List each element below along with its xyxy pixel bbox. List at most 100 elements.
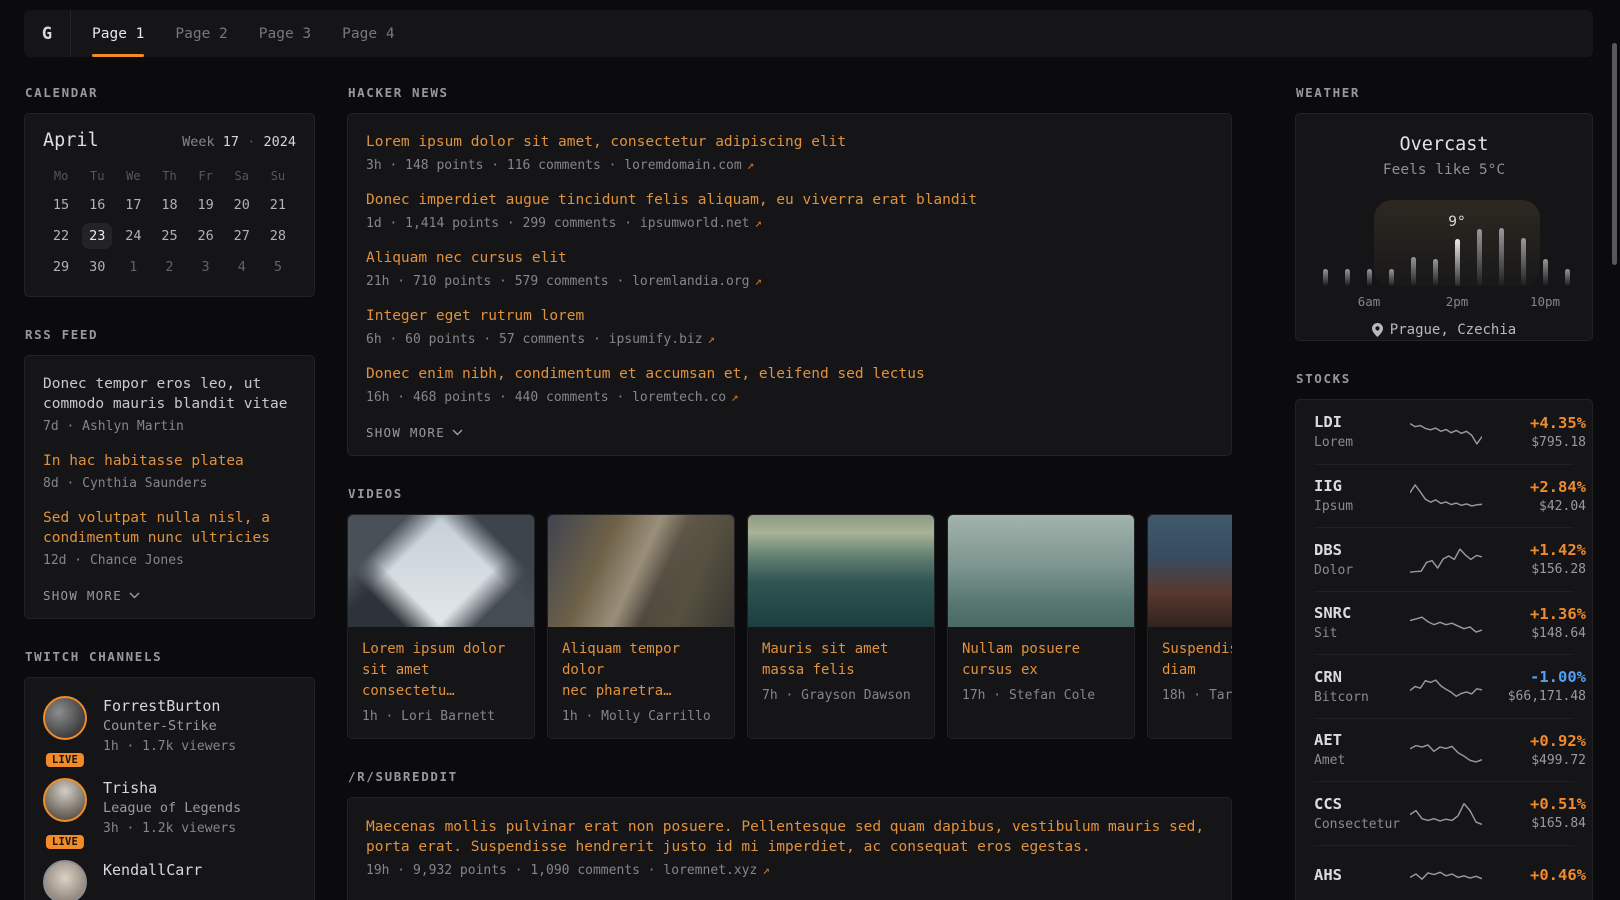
external-link-icon[interactable]: ↗ — [731, 389, 739, 404]
external-link-icon[interactable]: ↗ — [747, 157, 755, 172]
stock-symbol: LDI — [1314, 413, 1410, 432]
stock-symbol: CRN — [1314, 668, 1410, 687]
stock-row[interactable]: SNRCSit +1.36%$148.64 — [1314, 591, 1574, 655]
stock-price: $66,171.48 — [1482, 689, 1586, 704]
channel-game: League of Legends — [103, 798, 241, 819]
video-card[interactable]: Nullam posuere cursus ex 17h · Stefan Co… — [947, 514, 1135, 739]
stock-price: $148.64 — [1482, 626, 1586, 641]
rss-item-title[interactable]: Donec tempor eros leo, ut commodo mauris… — [43, 374, 296, 414]
hackernews-widget: HACKER NEWS Lorem ipsum dolor sit amet, … — [347, 85, 1232, 456]
video-title[interactable]: Mauris sit amet massa felis — [748, 627, 934, 681]
weekday-label: Fr — [188, 167, 224, 189]
stock-change: +0.51% — [1482, 795, 1586, 813]
stock-row[interactable]: AHS +0.46% — [1314, 845, 1574, 900]
stock-row[interactable]: AETAmet +0.92%$499.72 — [1314, 718, 1574, 782]
calendar-day-next-month: 2 — [151, 251, 187, 282]
external-link-icon[interactable]: ↗ — [755, 215, 763, 230]
tab-page-4[interactable]: Page 4 — [342, 10, 394, 57]
video-thumbnail — [748, 515, 934, 627]
video-title[interactable]: Suspendisse diam — [1148, 627, 1232, 681]
calendar-widget: CALENDAR April Week 17 · 2024 Mo Tu — [24, 85, 315, 297]
rss-widget: RSS FEED Donec tempor eros leo, ut commo… — [24, 327, 315, 619]
hn-item-title[interactable]: Donec enim nibh, condimentum et accumsan… — [366, 364, 1213, 384]
weather-bar-chart: 9°6am2pm10pm — [1314, 194, 1578, 286]
external-link-icon[interactable]: ↗ — [708, 331, 716, 346]
video-card[interactable]: Suspendisse diam 18h · Tara — [1147, 514, 1232, 739]
twitch-channel-row[interactable]: LIVE Trisha League of Legends 3h · 1.2k … — [43, 778, 296, 840]
hn-show-more-button[interactable]: SHOW MORE — [366, 425, 463, 440]
video-card[interactable]: Mauris sit amet massa felis 7h · Grayson… — [747, 514, 935, 739]
right-column: WEATHER Overcast Feels like 5°C 9°6am2pm… — [1295, 85, 1593, 900]
stock-sparkline — [1410, 605, 1482, 641]
stock-sparkline — [1410, 859, 1482, 895]
weather-condition: Overcast — [1314, 134, 1574, 155]
stock-name: Dolor — [1314, 563, 1410, 578]
external-link-icon[interactable]: ↗ — [755, 273, 763, 288]
twitch-channel-row[interactable]: KendallCarr — [43, 860, 296, 900]
stock-price: $165.84 — [1482, 816, 1586, 831]
calendar-day: 29 — [43, 251, 79, 282]
calendar-month: April — [43, 130, 99, 151]
channel-game: Counter-Strike — [103, 716, 236, 737]
page-scrollbar[interactable] — [1612, 43, 1617, 265]
left-column: CALENDAR April Week 17 · 2024 Mo Tu — [24, 85, 315, 900]
stock-row[interactable]: IIGIpsum +2.84%$42.04 — [1314, 464, 1574, 528]
calendar-card: April Week 17 · 2024 Mo Tu We Th Fr — [24, 113, 315, 297]
external-link-icon[interactable]: ↗ — [762, 862, 770, 877]
stock-row[interactable]: CRNBitcorn -1.00%$66,171.48 — [1314, 654, 1574, 718]
hn-item-title[interactable]: Aliquam nec cursus elit — [366, 248, 1213, 268]
hn-item-meta: 3h · 148 points · 116 comments · loremdo… — [366, 156, 1213, 175]
tab-page-3[interactable]: Page 3 — [259, 10, 311, 57]
reddit-post-title[interactable]: Maecenas mollis pulvinar erat non posuer… — [366, 817, 1213, 857]
stock-row[interactable]: LDILorem +4.35%$795.18 — [1314, 400, 1574, 464]
calendar-day: 27 — [224, 220, 260, 251]
video-title[interactable]: Nullam posuere cursus ex — [948, 627, 1134, 681]
weather-card: Overcast Feels like 5°C 9°6am2pm10pm Pra… — [1295, 113, 1593, 341]
stock-price: $156.28 — [1482, 562, 1586, 577]
calendar-day: 30 — [79, 251, 115, 282]
hn-item-meta: 6h · 60 points · 57 comments · ipsumify.… — [366, 330, 1213, 349]
calendar-day: 21 — [260, 189, 296, 220]
hn-item-title[interactable]: Lorem ipsum dolor sit amet, consectetur … — [366, 132, 1213, 152]
hn-item: Donec imperdiet augue tincidunt felis al… — [366, 190, 1213, 233]
calendar-day: 20 — [224, 189, 260, 220]
app-logo[interactable]: G — [24, 10, 71, 57]
calendar-day: 16 — [79, 189, 115, 220]
rss-show-more-button[interactable]: SHOW MORE — [43, 588, 140, 603]
tab-page-2[interactable]: Page 2 — [175, 10, 227, 57]
twitch-channel-row[interactable]: LIVE ForrestBurton Counter-Strike 1h · 1… — [43, 696, 296, 758]
rss-item-title[interactable]: Sed volutpat nulla nisl, a condimentum n… — [43, 508, 296, 548]
calendar-day: 22 — [43, 220, 79, 251]
calendar-day: 18 — [151, 189, 187, 220]
hn-item-title[interactable]: Integer eget rutrum lorem — [366, 306, 1213, 326]
calendar-day-next-month: 4 — [224, 251, 260, 282]
calendar-day: 26 — [188, 220, 224, 251]
video-card[interactable]: Lorem ipsum dolor sit amet consectetu… 1… — [347, 514, 535, 739]
rss-item: In hac habitasse platea 8d · Cynthia Sau… — [43, 451, 296, 493]
channel-meta: 1h · 1.7k viewers — [103, 737, 236, 757]
stock-row[interactable]: CCSConsectetur +0.51%$165.84 — [1314, 781, 1574, 845]
middle-column: HACKER NEWS Lorem ipsum dolor sit amet, … — [347, 85, 1232, 900]
videos-widget: VIDEOS Lorem ipsum dolor sit amet consec… — [347, 486, 1232, 739]
weather-header: WEATHER — [1296, 85, 1593, 100]
chevron-down-icon — [129, 592, 140, 599]
stock-symbol: SNRC — [1314, 604, 1410, 623]
hn-item-title[interactable]: Donec imperdiet augue tincidunt felis al… — [366, 190, 1213, 210]
video-meta: 18h · Tara — [1148, 681, 1232, 717]
subreddit-card: Maecenas mollis pulvinar erat non posuer… — [347, 797, 1232, 900]
stock-row[interactable]: DBSDolor +1.42%$156.28 — [1314, 527, 1574, 591]
stock-sparkline — [1410, 541, 1482, 577]
stock-symbol: DBS — [1314, 541, 1410, 560]
live-badge: LIVE — [46, 835, 84, 849]
tab-page-1[interactable]: Page 1 — [92, 10, 144, 57]
video-title[interactable]: Lorem ipsum dolor sit amet consectetu… — [348, 627, 534, 702]
stock-sparkline — [1410, 732, 1482, 768]
stock-price: $499.72 — [1482, 753, 1586, 768]
weekday-label: Sa — [224, 167, 260, 189]
video-card[interactable]: Aliquam tempor dolor nec pharetra… 1h · … — [547, 514, 735, 739]
rss-card: Donec tempor eros leo, ut commodo mauris… — [24, 355, 315, 619]
video-meta: 1h · Lori Barnett — [348, 702, 534, 738]
stock-change: +1.36% — [1482, 605, 1586, 623]
video-title[interactable]: Aliquam tempor dolor nec pharetra… — [548, 627, 734, 702]
rss-item-title[interactable]: In hac habitasse platea — [43, 451, 296, 471]
